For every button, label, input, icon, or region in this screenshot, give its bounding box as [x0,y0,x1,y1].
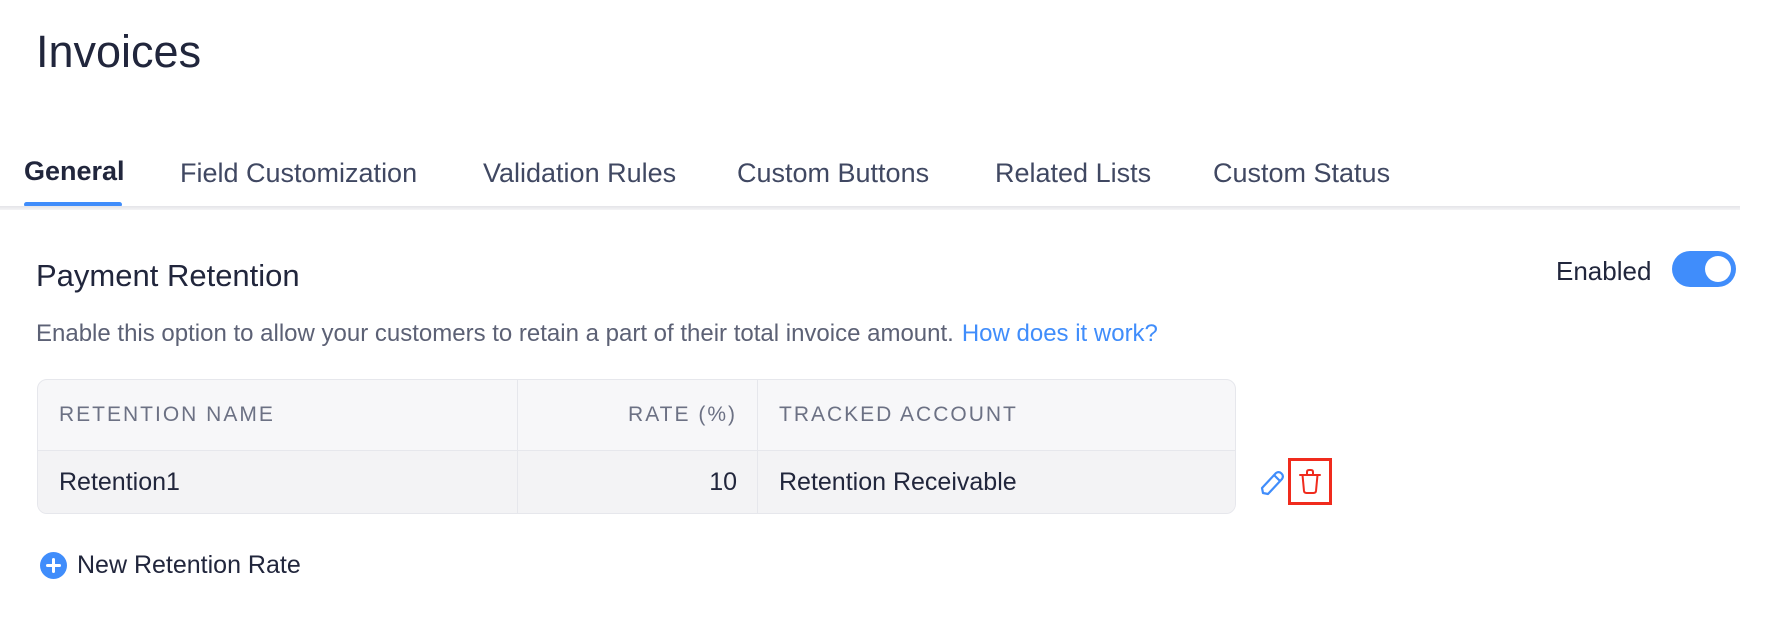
plus-circle-icon [40,552,67,579]
tab-custom-buttons[interactable]: Custom Buttons [737,158,929,189]
page-title: Invoices [36,26,202,77]
toggle-label: Enabled [1556,256,1652,286]
tab-field-customization[interactable]: Field Customization [180,158,417,189]
pencil-icon [1260,471,1284,496]
cell-rate: 10 [518,451,758,513]
tab-bar: General Field Customization Validation R… [0,150,1778,208]
cell-tracked-account: Retention Receivable [779,467,1017,496]
column-header-name: RETENTION NAME [38,380,518,450]
new-retention-rate-link[interactable]: New Retention Rate [40,551,301,580]
cell-retention-name: Retention1 [38,451,518,513]
column-header-rate: RATE (%) [518,380,758,450]
new-retention-rate-label: New Retention Rate [77,551,301,579]
description-text: Enable this option to allow your custome… [36,320,954,347]
delete-button[interactable] [1288,458,1332,505]
section-description: Enable this option to allow your custome… [36,320,1158,348]
tab-general[interactable]: General [24,156,125,187]
tabs-divider [0,206,1740,210]
tab-validation-rules[interactable]: Validation Rules [483,158,676,189]
column-header-account: TRACKED ACCOUNT [779,403,1018,426]
trash-icon [1299,468,1321,494]
table-header: RETENTION NAME RATE (%) TRACKED ACCOUNT [38,380,1235,451]
tab-custom-status[interactable]: Custom Status [1213,158,1390,189]
help-link[interactable]: How does it work? [962,320,1158,347]
toggle-knob [1705,256,1731,282]
table-row: Retention1 10 Retention Receivable [38,451,1235,513]
section-title: Payment Retention [36,258,300,293]
tab-related-lists[interactable]: Related Lists [995,158,1151,189]
retention-table: RETENTION NAME RATE (%) TRACKED ACCOUNT … [37,379,1236,514]
edit-button[interactable] [1258,468,1286,498]
enable-toggle[interactable] [1672,251,1736,287]
